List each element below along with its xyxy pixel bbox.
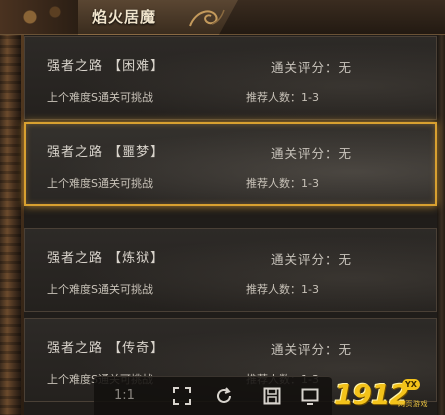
game-window: 焰火居魔 强者之路 【困难】 通关评分：无 上个难度S通关可挑战 推荐人数：1-… <box>0 0 445 415</box>
screen-toolbar: 1:1 <box>94 376 332 415</box>
clear-rating: 通关评分：无 <box>271 146 353 161</box>
difficulty-name: 强者之路 【炼狱】 <box>47 251 165 266</box>
swirl-ornament-icon <box>189 9 225 27</box>
clear-rating: 通关评分：无 <box>271 252 353 267</box>
fit-screen-icon[interactable] <box>172 386 192 406</box>
header-ornament <box>0 0 80 34</box>
panel-title: 焰火居魔 <box>92 8 157 26</box>
unlock-condition: 上个难度S通关可挑战 <box>47 177 153 190</box>
left-ornate-border <box>0 0 24 415</box>
logo-subtitle: 网页游戏 <box>398 400 428 408</box>
right-border <box>437 0 445 415</box>
unlock-condition: 上个难度S通关可挑战 <box>47 91 153 104</box>
zoom-ratio-button[interactable]: 1:1 <box>114 388 135 403</box>
clear-rating: 通关评分：无 <box>271 342 353 357</box>
logo-badge: YX <box>402 379 420 390</box>
site-logo: 1912 YX 网页游戏 <box>334 376 442 412</box>
recommended-players: 推荐人数：1-3 <box>246 91 319 104</box>
save-icon[interactable] <box>262 386 282 406</box>
difficulty-name: 强者之路 【传奇】 <box>47 341 165 356</box>
refresh-icon[interactable] <box>214 386 234 406</box>
unlock-condition: 上个难度S通关可挑战 <box>47 283 153 296</box>
logo-number: 1912 <box>334 378 409 411</box>
clear-rating: 通关评分：无 <box>271 60 353 75</box>
difficulty-card-hard[interactable]: 强者之路 【困难】 通关评分：无 上个难度S通关可挑战 推荐人数：1-3 <box>24 36 437 120</box>
recommended-players: 推荐人数：1-3 <box>246 177 319 190</box>
difficulty-name: 强者之路 【困难】 <box>47 59 165 74</box>
fullscreen-icon[interactable] <box>300 386 320 406</box>
difficulty-card-nightmare[interactable]: 强者之路 【噩梦】 通关评分：无 上个难度S通关可挑战 推荐人数：1-3 <box>24 122 437 206</box>
difficulty-card-purgatory[interactable]: 强者之路 【炼狱】 通关评分：无 上个难度S通关可挑战 推荐人数：1-3 <box>24 228 437 312</box>
recommended-players: 推荐人数：1-3 <box>246 283 319 296</box>
panel-header: 焰火居魔 <box>0 0 445 35</box>
difficulty-name: 强者之路 【噩梦】 <box>47 145 165 160</box>
